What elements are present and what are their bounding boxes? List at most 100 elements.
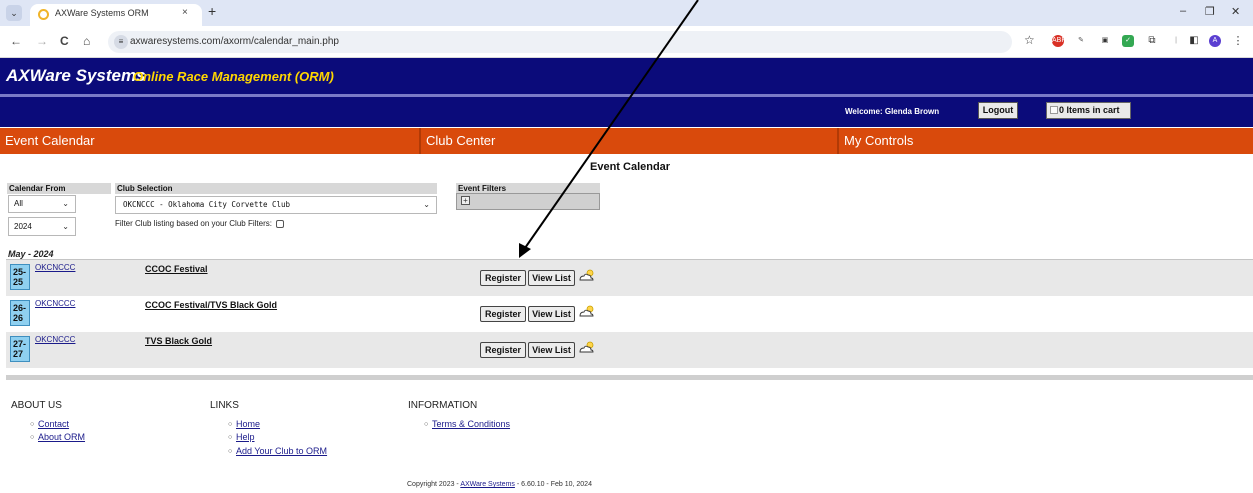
bookmark-star-icon[interactable]: ☆ (1024, 33, 1035, 47)
bullet-icon: ○ (30, 421, 35, 428)
register-button[interactable]: Register (480, 270, 526, 286)
year-select-value: 2024 (14, 222, 32, 231)
chevron-down-icon: ⌄ (62, 222, 69, 231)
event-name-link[interactable]: CCOC Festival (145, 264, 208, 274)
brand-logo-text: AXWare Systems (6, 66, 146, 85)
event-row: 26- 26 OKCNCCC CCOC Festival/TVS Black G… (6, 296, 1253, 332)
footer-link-add-club[interactable]: Add Your Club to ORM (236, 446, 327, 456)
close-icon[interactable]: × (182, 7, 188, 18)
puzzle-extension-icon[interactable]: ⧉ (1146, 35, 1158, 47)
date-start: 27- (13, 339, 27, 349)
view-list-button[interactable]: View List (528, 342, 575, 358)
copyright-prefix: Copyright 2023 - (407, 481, 461, 488)
logout-button[interactable]: Logout (978, 102, 1018, 119)
profile-avatar[interactable]: A (1209, 35, 1221, 47)
minimize-icon[interactable]: – (1180, 5, 1186, 17)
event-row: 27- 27 OKCNCCC TVS Black Gold Register V… (6, 332, 1253, 368)
club-link[interactable]: OKCNCCC (35, 299, 75, 308)
event-row: 25- 25 OKCNCCC CCOC Festival Register Vi… (6, 260, 1253, 296)
browser-toolbar: ← → C ⌂ ≡ axwaresystems.com/axorm/calend… (0, 26, 1253, 58)
forward-arrow-icon[interactable]: → (36, 34, 48, 48)
date-end: 26 (13, 313, 24, 323)
side-panel-icon[interactable]: ◧ (1188, 35, 1200, 47)
event-name-link[interactable]: CCOC Festival/TVS Black Gold (145, 300, 277, 310)
date-badge: 27- 27 (10, 336, 30, 362)
date-badge: 26- 26 (10, 300, 30, 326)
page-root: ⌄ AXWare Systems ORM × + – ❐ ✕ ← → C ⌂ ≡… (0, 0, 1253, 493)
address-bar[interactable]: ≡ axwaresystems.com/axorm/calendar_main.… (108, 31, 1012, 53)
pen-extension-icon[interactable]: ✎ (1075, 35, 1087, 47)
chevron-down-icon: ⌄ (62, 199, 69, 208)
footer-link-terms[interactable]: Terms & Conditions (432, 419, 510, 429)
year-select[interactable]: 2024 ⌄ (8, 217, 76, 236)
club-link[interactable]: OKCNCCC (35, 335, 75, 344)
copyright-link[interactable]: AXWare Systems (460, 481, 515, 488)
favicon-icon (38, 9, 49, 20)
register-button[interactable]: Register (480, 306, 526, 322)
browser-tab-bar: ⌄ AXWare Systems ORM × + – ❐ ✕ (0, 0, 1253, 26)
reload-icon[interactable]: C (60, 34, 69, 48)
date-end: 27 (13, 349, 24, 359)
expand-plus-icon[interactable]: + (461, 196, 470, 205)
annotation-arrow-head (519, 243, 531, 258)
bullet-icon: ○ (424, 421, 429, 428)
new-tab-button[interactable]: + (208, 3, 216, 19)
calendar-from-label: Calendar From (7, 183, 111, 194)
user-bar: Welcome: Glenda Brown Logout 0 Items in … (0, 97, 1253, 127)
club-selection-label: Club Selection (115, 183, 437, 194)
window-extension-icon[interactable]: ▣ (1099, 35, 1111, 47)
event-filters-panel: + (456, 193, 600, 210)
chevron-down-icon[interactable]: ⌄ (6, 5, 22, 21)
window-close-icon[interactable]: ✕ (1231, 5, 1240, 18)
bullet-icon: ○ (228, 434, 233, 441)
menu-my-controls[interactable]: My Controls (839, 128, 1253, 154)
footer-about-heading: ABOUT US (11, 400, 62, 411)
brand-subtitle: Online Race Management (ORM) (133, 69, 334, 84)
footer-link-about-orm[interactable]: About ORM (38, 432, 85, 442)
home-icon[interactable]: ⌂ (83, 34, 90, 48)
club-filter-checkbox[interactable] (276, 219, 285, 228)
view-list-button[interactable]: View List (528, 306, 575, 322)
footer-info-heading: INFORMATION (408, 400, 478, 411)
month-select[interactable]: All ⌄ (8, 195, 76, 213)
weather-icon[interactable] (578, 268, 596, 282)
site-info-icon[interactable]: ≡ (114, 35, 128, 49)
bullet-icon: ○ (228, 448, 233, 455)
url-text: axwaresystems.com/axorm/calendar_main.ph… (130, 36, 339, 47)
bullet-icon: ○ (30, 434, 35, 441)
club-link[interactable]: OKCNCCC (35, 263, 75, 272)
date-start: 25- (13, 267, 27, 277)
footer-links-heading: LINKS (210, 400, 239, 411)
back-arrow-icon[interactable]: ← (10, 34, 22, 48)
date-end: 25 (13, 277, 24, 287)
club-select-value: OKCNCCC - Oklahoma City Corvette Club (123, 200, 291, 209)
club-filter-option: Filter Club listing based on your Club F… (115, 219, 285, 228)
date-badge: 25- 25 (10, 264, 30, 290)
menu-event-calendar[interactable]: Event Calendar (0, 128, 419, 154)
event-name-link[interactable]: TVS Black Gold (145, 336, 212, 346)
footer-divider (6, 375, 1253, 380)
checkmark-extension-icon[interactable]: ✓ (1122, 35, 1134, 47)
chevron-down-icon: ⌄ (423, 200, 430, 209)
footer-link-help[interactable]: Help (236, 432, 255, 442)
menu-kebab-icon[interactable]: ⋮ (1232, 35, 1244, 47)
bullet-icon: ○ (228, 421, 233, 428)
footer-link-home[interactable]: Home (236, 419, 260, 429)
register-button[interactable]: Register (480, 342, 526, 358)
footer-link-contact[interactable]: Contact (38, 419, 69, 429)
month-select-value: All (14, 199, 23, 208)
restore-icon[interactable]: ❐ (1205, 5, 1215, 18)
main-menu: Event Calendar Club Center My Controls (0, 128, 1253, 154)
cart-button[interactable]: 0 Items in cart (1046, 102, 1131, 119)
date-start: 26- (13, 303, 27, 313)
tab-title: AXWare Systems ORM (55, 8, 149, 18)
page-title: Event Calendar (590, 161, 671, 173)
browser-tab[interactable]: AXWare Systems ORM × (30, 4, 202, 26)
club-select[interactable]: OKCNCCC - Oklahoma City Corvette Club ⌄ (115, 196, 437, 214)
menu-club-center[interactable]: Club Center (421, 128, 837, 154)
adblock-extension-icon[interactable]: ABP (1052, 35, 1066, 47)
cart-label: 0 Items in cart (1059, 105, 1120, 115)
view-list-button[interactable]: View List (528, 270, 575, 286)
weather-icon[interactable] (578, 340, 596, 354)
weather-icon[interactable] (578, 304, 596, 318)
